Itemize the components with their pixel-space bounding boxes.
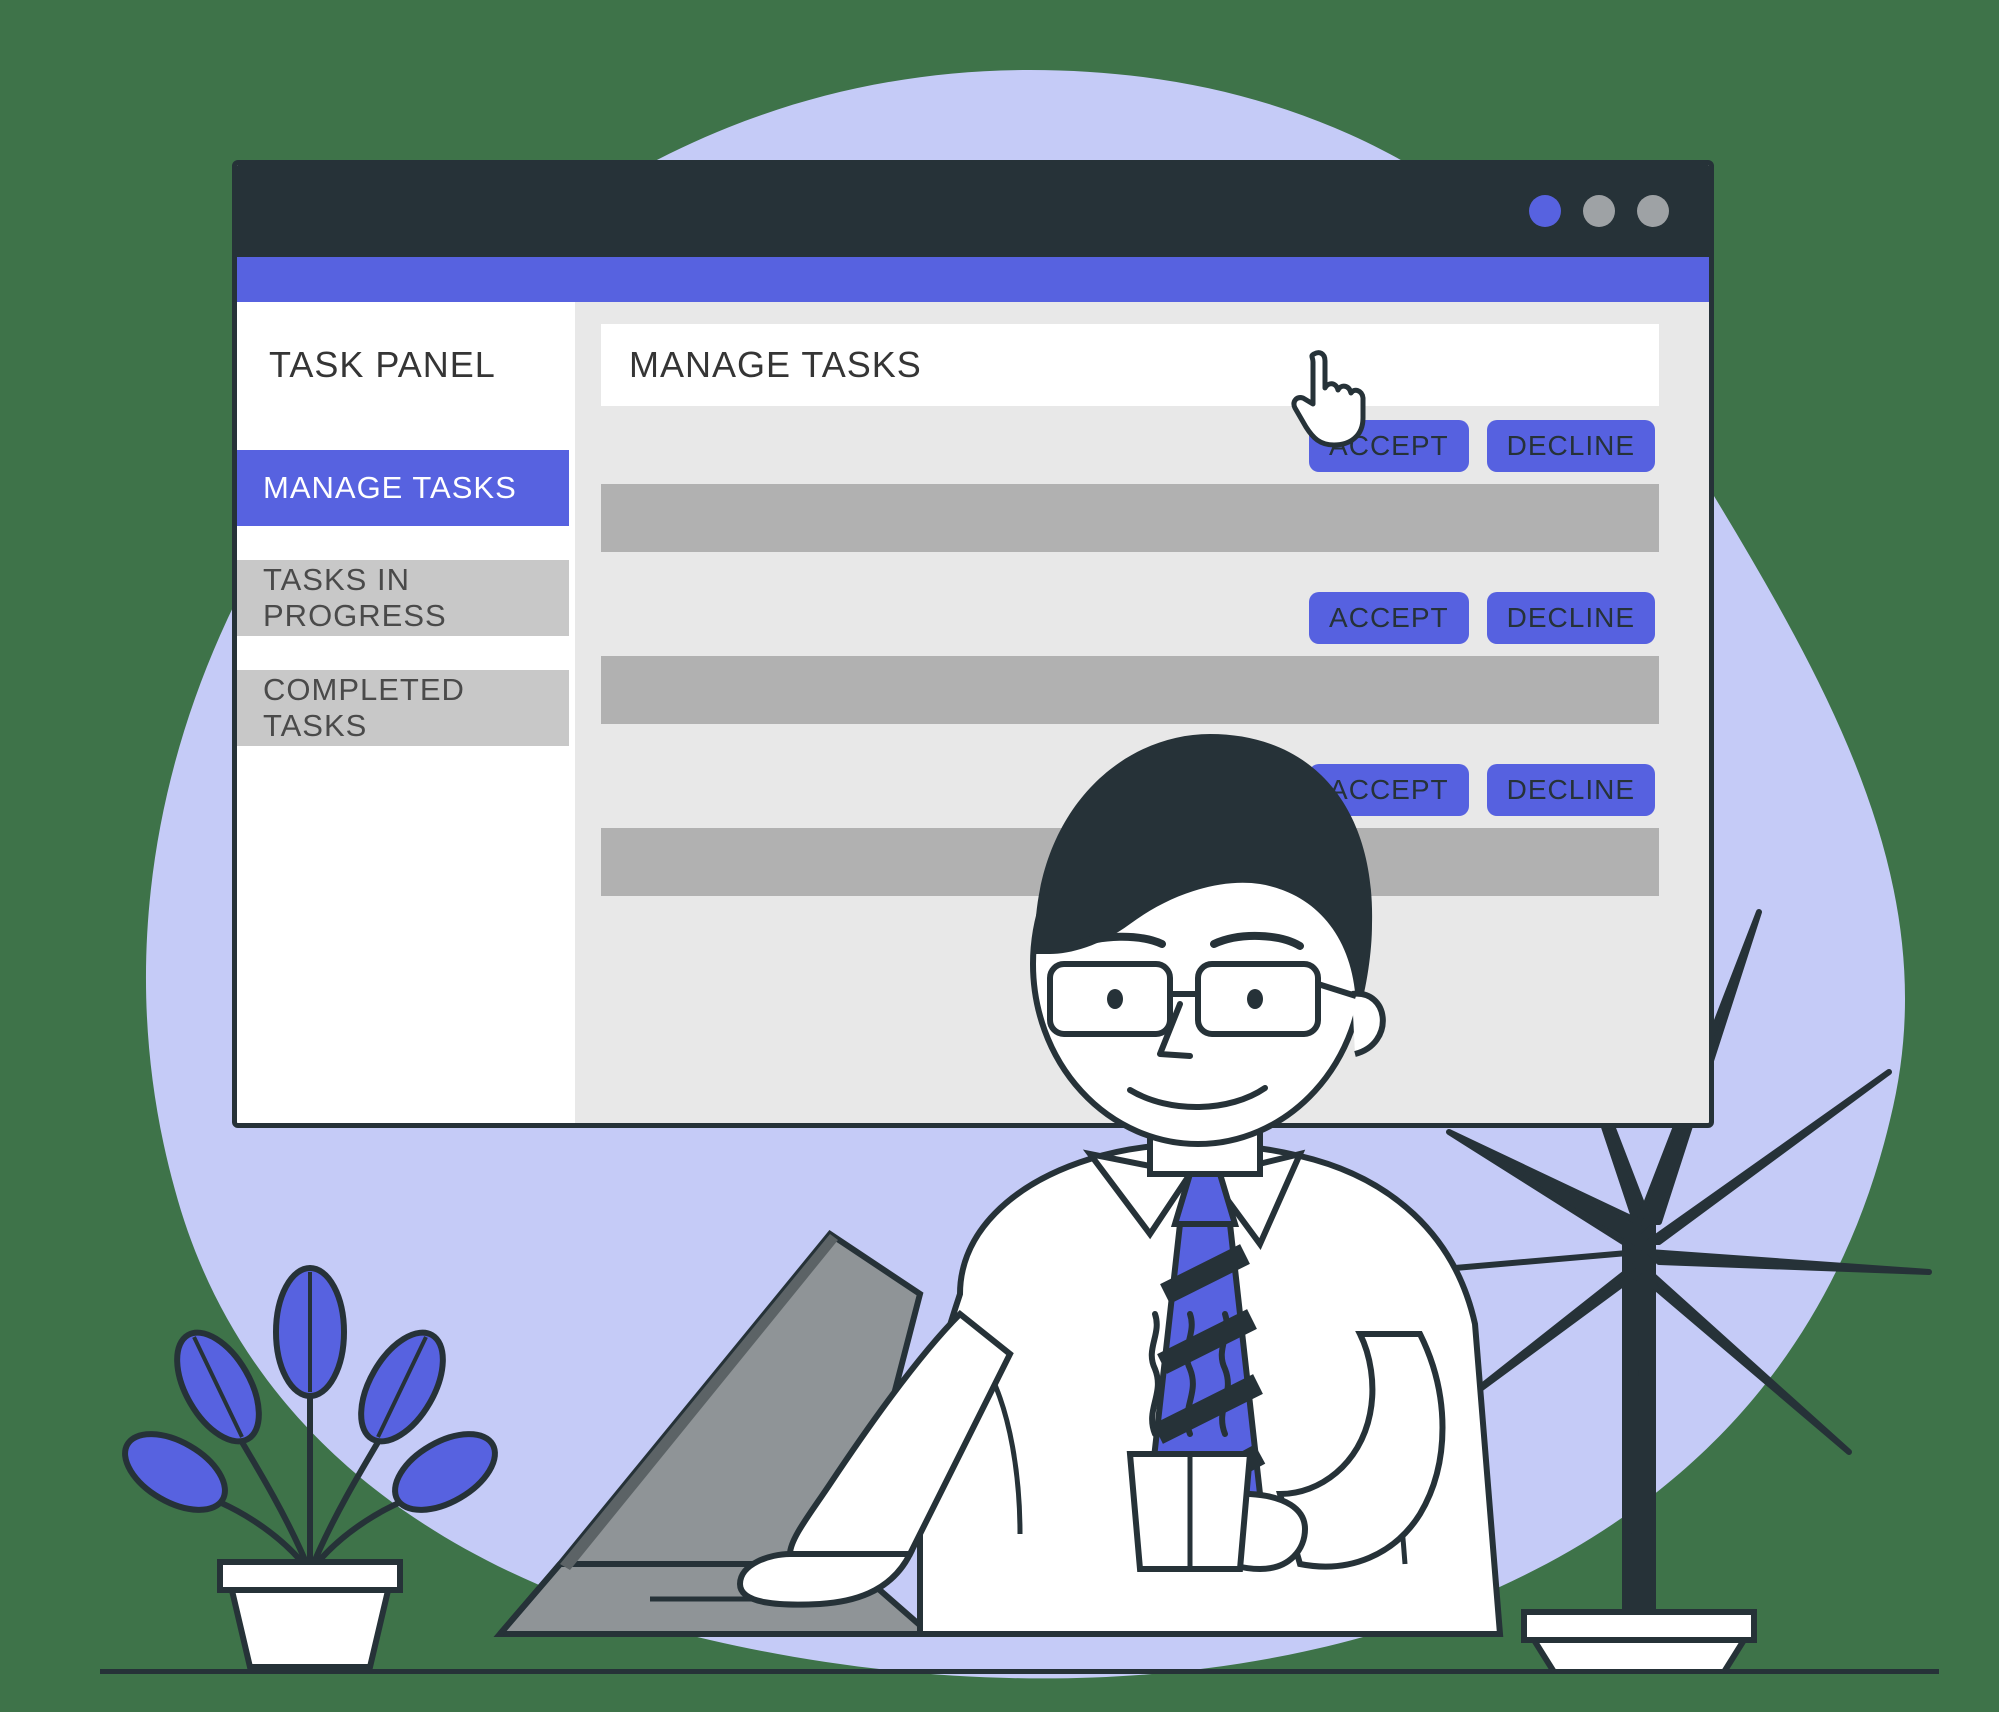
task-row: ACCEPT DECLINE <box>601 420 1659 552</box>
task-actions: ACCEPT DECLINE <box>601 420 1659 472</box>
sidebar-title: TASK PANEL <box>237 324 575 416</box>
sidebar-item-manage-tasks[interactable]: MANAGE TASKS <box>237 450 569 526</box>
window-titlebar <box>237 165 1709 257</box>
window-control-dot[interactable] <box>1637 195 1669 227</box>
potted-plant-illustration <box>120 1212 500 1672</box>
main-title: MANAGE TASKS <box>601 324 1659 406</box>
sidebar-item-label: MANAGE TASKS <box>263 470 517 506</box>
decline-button[interactable]: DECLINE <box>1487 420 1655 472</box>
pointer-cursor-icon <box>1286 348 1381 448</box>
task-bar <box>601 484 1659 552</box>
window-control-dot[interactable] <box>1529 195 1561 227</box>
person-illustration <box>490 594 1590 1674</box>
window-accent-bar <box>237 257 1709 302</box>
window-control-dot[interactable] <box>1583 195 1615 227</box>
